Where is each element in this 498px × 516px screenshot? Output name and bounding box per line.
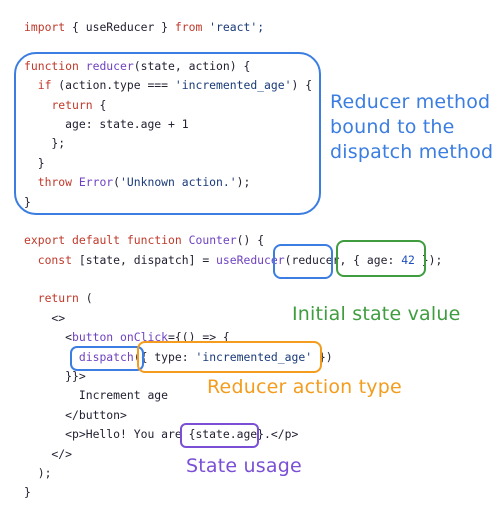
code-token: < xyxy=(24,330,73,345)
code-token: Increment age xyxy=(24,388,169,403)
code-line: import { useReducer } from 'react'; xyxy=(24,18,442,37)
dispatch-highlight-box xyxy=(70,346,144,371)
code-token: ); xyxy=(24,465,52,480)
code-token: from xyxy=(174,20,203,34)
code-token: <> xyxy=(24,310,66,325)
code-token: } xyxy=(24,485,31,500)
code-token: function xyxy=(126,233,182,248)
initial-state-annotation: Initial state value xyxy=(292,303,461,325)
code-token: Counter xyxy=(188,233,237,248)
reducer-argument-highlight-box xyxy=(273,244,333,279)
code-token: ( xyxy=(78,291,93,306)
code-token: button xyxy=(72,330,114,345)
code-token: </> xyxy=(24,446,73,461)
reducer-method-annotation: Reducer method bound to the dispatch met… xyxy=(330,91,494,163)
action-type-highlight-box xyxy=(137,341,322,373)
code-token: return xyxy=(37,291,79,306)
reducer-function-highlight-box xyxy=(14,52,321,215)
reducer-action-type-annotation: Reducer action type xyxy=(207,376,402,398)
code-token: [state, dispatch] = xyxy=(72,252,217,267)
code-token: </button> xyxy=(24,407,127,422)
code-token: { useReducer } xyxy=(65,20,175,34)
code-token: export xyxy=(24,233,66,248)
initial-state-highlight-box xyxy=(336,240,426,277)
code-line: } xyxy=(24,483,442,502)
code-token: }}> xyxy=(24,369,86,384)
state-usage-highlight-box xyxy=(180,423,259,448)
code-token: const xyxy=(37,252,73,267)
code-token: default xyxy=(72,233,121,248)
code-token: import xyxy=(24,20,66,34)
state-usage-annotation: State usage xyxy=(186,455,302,477)
code-token: () { xyxy=(236,233,265,248)
code-token: 'react'; xyxy=(202,20,265,34)
